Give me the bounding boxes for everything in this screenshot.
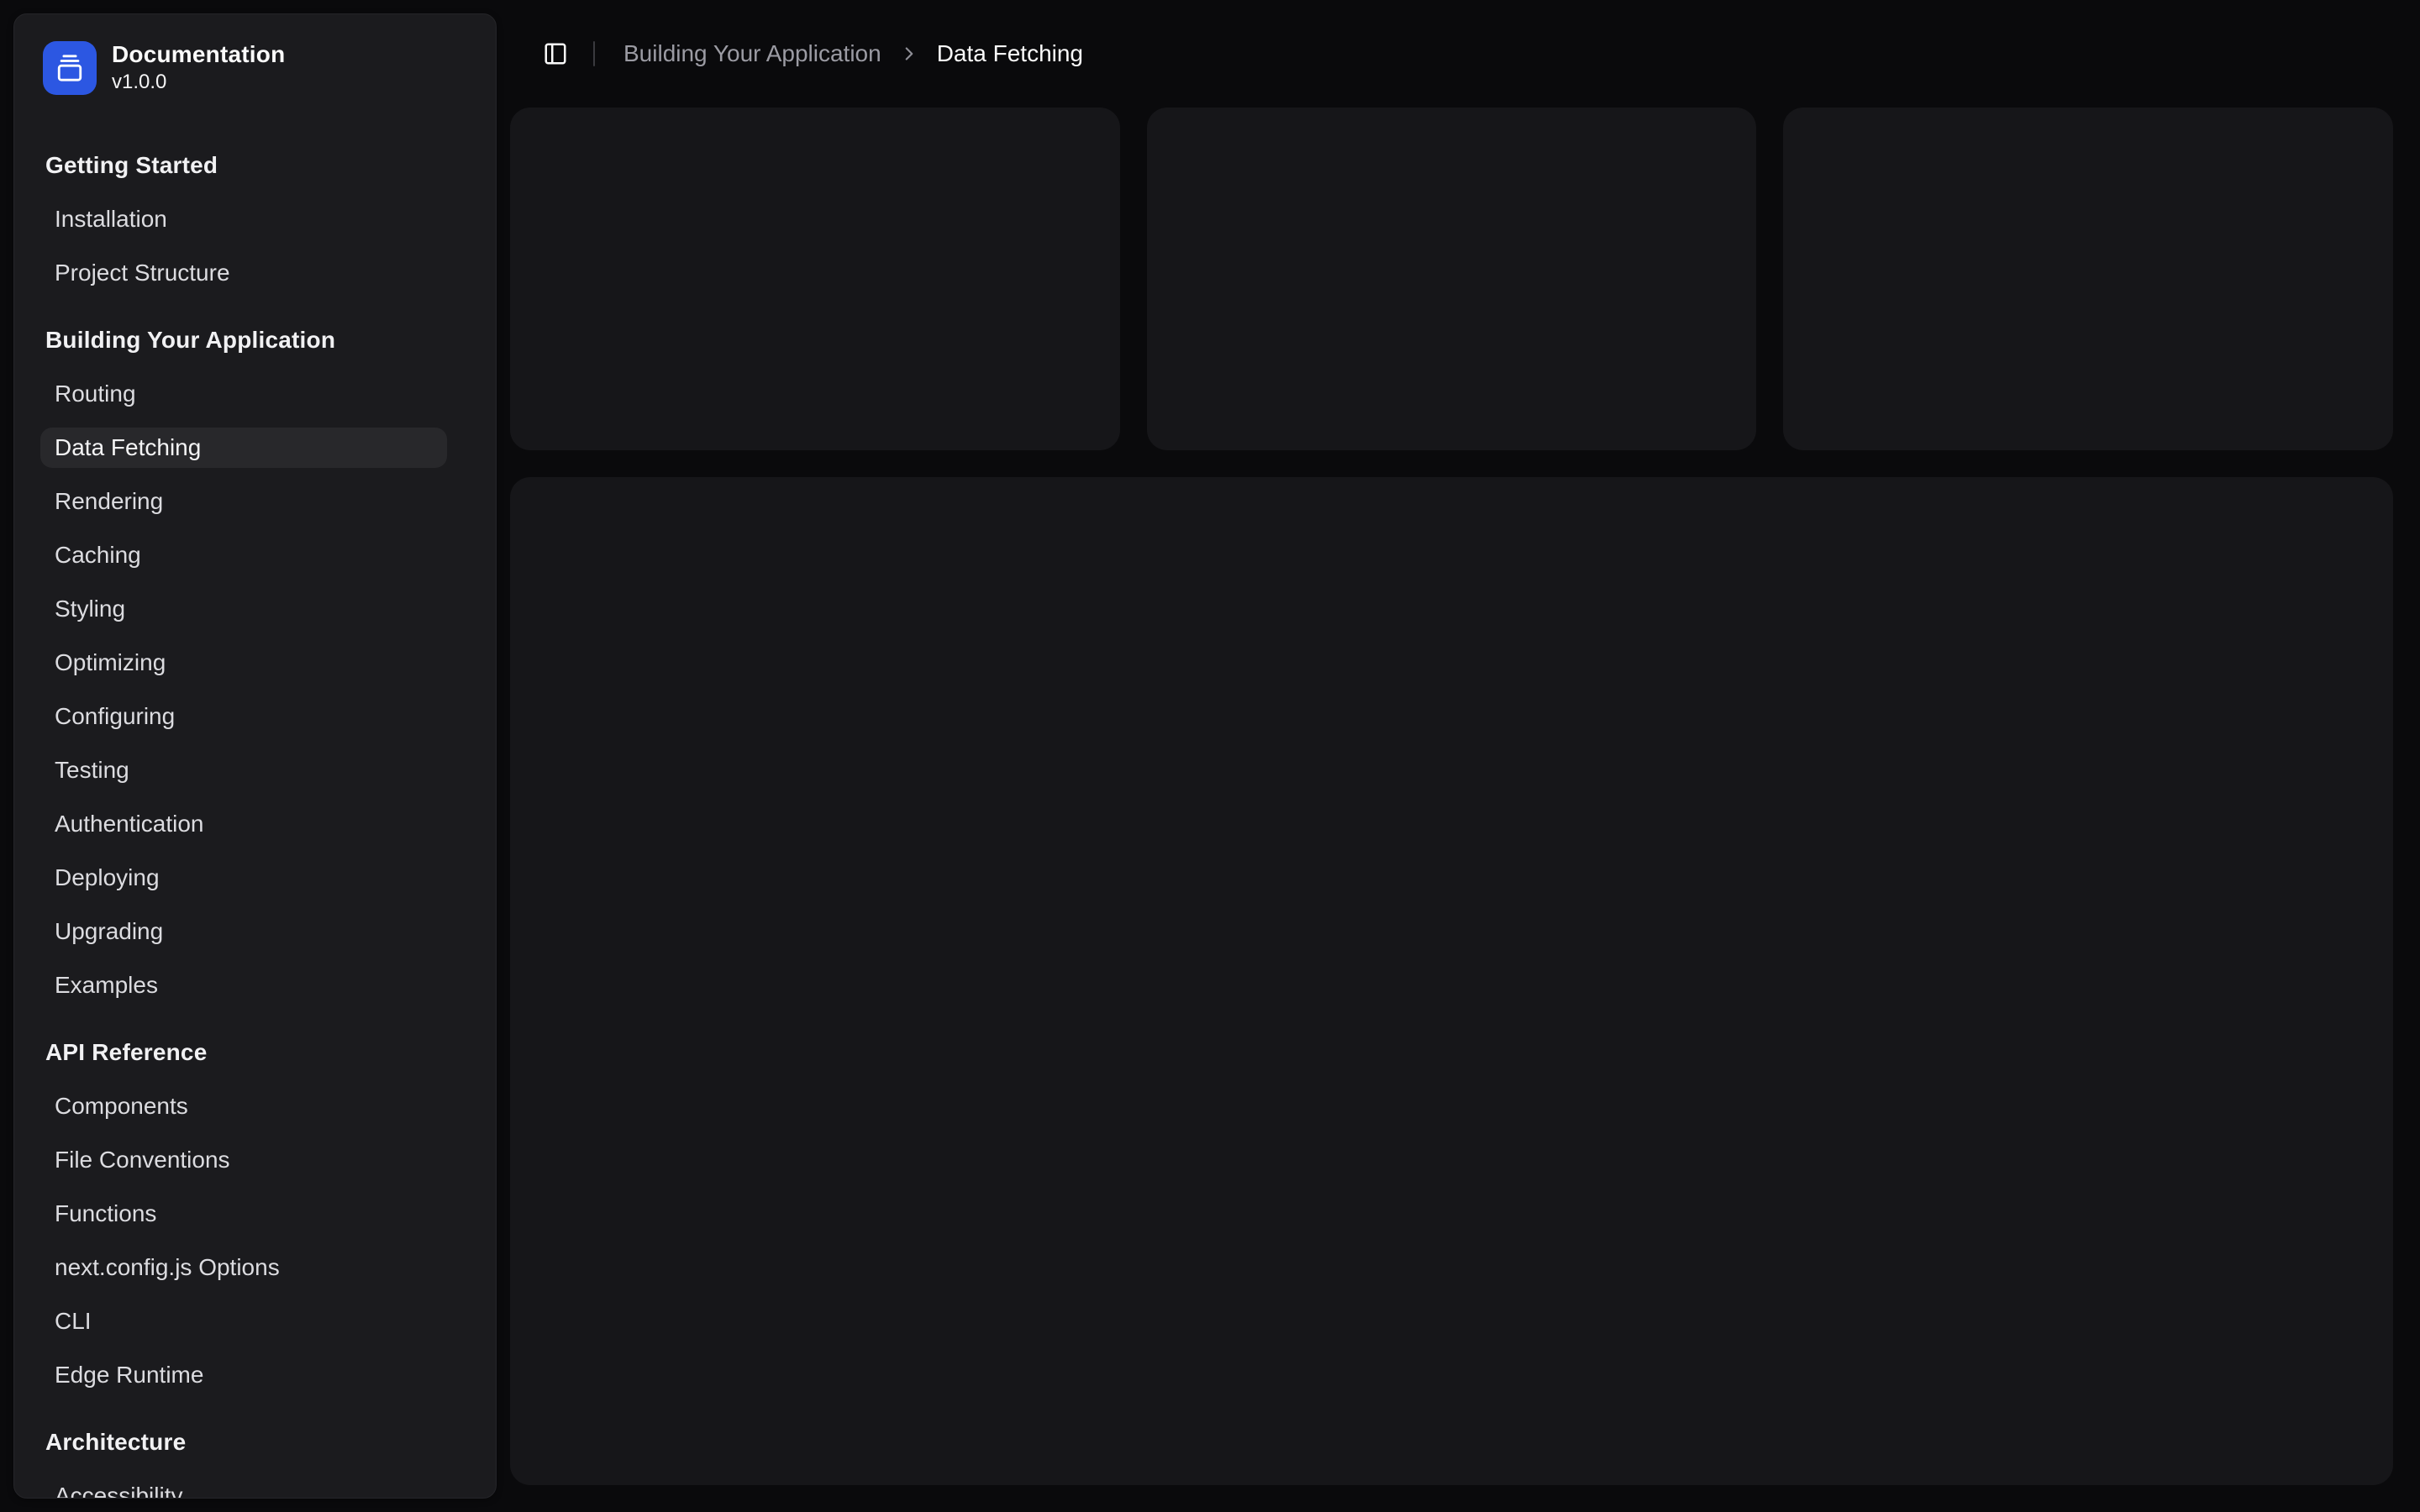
sidebar-item-installation[interactable]: Installation bbox=[40, 199, 447, 239]
sidebar-group-getting-started: Getting Started Installation Project Struc… bbox=[40, 139, 447, 300]
sidebar-menu-row: Deploying bbox=[40, 851, 447, 905]
sidebar-item-routing[interactable]: Routing bbox=[40, 374, 447, 414]
sidebar-item-edge-runtime[interactable]: Edge Runtime bbox=[40, 1355, 447, 1395]
sidebar-menu-row: next.config.js Options bbox=[40, 1241, 447, 1294]
sidebar-menu-row: Accessibility bbox=[40, 1469, 447, 1499]
sidebar-menu-row: Installation bbox=[40, 192, 447, 246]
sidebar-item-authentication[interactable]: Authentication bbox=[40, 804, 447, 844]
sidebar-item-functions[interactable]: Functions bbox=[40, 1194, 447, 1234]
content bbox=[510, 108, 2393, 1485]
sidebar-item-components[interactable]: Components bbox=[40, 1086, 447, 1126]
sidebar-group-building-your-application: Building Your Application Routing Data Fet… bbox=[40, 313, 447, 1012]
sidebar-menu-row: CLI bbox=[40, 1294, 447, 1348]
sidebar-menu-row: Testing bbox=[40, 743, 447, 797]
sidebar-item-upgrading[interactable]: Upgrading bbox=[40, 911, 447, 952]
sidebar-menu: Routing Data Fetching Rendering Caching Styl… bbox=[40, 367, 447, 1012]
breadcrumb-current: Data Fetching bbox=[937, 40, 1083, 67]
sidebar-menu-row: Functions bbox=[40, 1187, 447, 1241]
placeholder-card bbox=[510, 108, 1120, 450]
app-identity: Documentation v1.0.0 bbox=[112, 40, 285, 95]
sidebar-menu: Components File Conventions Functions next.… bbox=[40, 1079, 447, 1402]
breadcrumb: Building Your Application Data Fetching bbox=[623, 40, 1083, 67]
sidebar-group-label: Architecture bbox=[40, 1415, 447, 1469]
sidebar-menu-row: Project Structure bbox=[40, 246, 447, 300]
sidebar-item-deploying[interactable]: Deploying bbox=[40, 858, 447, 898]
sidebar-menu-row: Routing bbox=[40, 367, 447, 421]
sidebar-menu-row: Styling bbox=[40, 582, 447, 636]
sidebar-item-accessibility[interactable]: Accessibility bbox=[40, 1476, 447, 1499]
sidebar-item-cli[interactable]: CLI bbox=[40, 1301, 447, 1341]
sidebar-menu-row: Data Fetching bbox=[40, 421, 447, 475]
placeholder-card bbox=[1783, 108, 2393, 450]
app-logo bbox=[43, 41, 97, 95]
sidebar-nav: Getting Started Installation Project Struc… bbox=[14, 95, 496, 1499]
main-area: Building Your Application Data Fetching bbox=[510, 0, 2393, 1485]
sidebar-item-file-conventions[interactable]: File Conventions bbox=[40, 1140, 447, 1180]
app-title: Documentation bbox=[112, 40, 285, 69]
sidebar-item-data-fetching[interactable]: Data Fetching bbox=[40, 428, 447, 468]
sidebar-item-optimizing[interactable]: Optimizing bbox=[40, 643, 447, 683]
sidebar-menu-row: Upgrading bbox=[40, 905, 447, 958]
sidebar-toggle-button[interactable] bbox=[532, 30, 579, 77]
app-version: v1.0.0 bbox=[112, 69, 285, 95]
sidebar-item-project-structure[interactable]: Project Structure bbox=[40, 253, 447, 293]
sidebar-group-label: API Reference bbox=[40, 1026, 447, 1079]
placeholder-panel bbox=[510, 477, 2393, 1485]
sidebar-menu-row: Optimizing bbox=[40, 636, 447, 690]
sidebar-item-caching[interactable]: Caching bbox=[40, 535, 447, 575]
main-header: Building Your Application Data Fetching bbox=[510, 0, 2393, 108]
sidebar-group-architecture: Architecture Accessibility bbox=[40, 1415, 447, 1499]
sidebar-item-testing[interactable]: Testing bbox=[40, 750, 447, 790]
sidebar-menu-row: Rendering bbox=[40, 475, 447, 528]
sidebar-menu-row: File Conventions bbox=[40, 1133, 447, 1187]
sidebar-menu: Installation Project Structure bbox=[40, 192, 447, 300]
gallery-vertical-end-icon bbox=[55, 54, 84, 82]
chevron-right-icon bbox=[898, 43, 920, 65]
sidebar-menu: Accessibility bbox=[40, 1469, 447, 1499]
sidebar-menu-row: Edge Runtime bbox=[40, 1348, 447, 1402]
sidebar-item-configuring[interactable]: Configuring bbox=[40, 696, 447, 737]
placeholder-card bbox=[1147, 108, 1757, 450]
sidebar-menu-row: Components bbox=[40, 1079, 447, 1133]
breadcrumb-link-parent[interactable]: Building Your Application bbox=[623, 40, 881, 67]
sidebar-menu-row: Configuring bbox=[40, 690, 447, 743]
sidebar-menu-row: Caching bbox=[40, 528, 447, 582]
sidebar-item-rendering[interactable]: Rendering bbox=[40, 481, 447, 522]
sidebar-group-label: Building Your Application bbox=[40, 313, 447, 367]
header-separator bbox=[593, 41, 595, 66]
sidebar-item-next-config-js-options[interactable]: next.config.js Options bbox=[40, 1247, 447, 1288]
sidebar-menu-row: Examples bbox=[40, 958, 447, 1012]
sidebar-item-styling[interactable]: Styling bbox=[40, 589, 447, 629]
sidebar-menu-row: Authentication bbox=[40, 797, 447, 851]
cards-row bbox=[510, 108, 2393, 450]
sidebar-group-label: Getting Started bbox=[40, 139, 447, 192]
sidebar-group-api-reference: API Reference Components File Conventions F… bbox=[40, 1026, 447, 1402]
sidebar-item-examples[interactable]: Examples bbox=[40, 965, 447, 1005]
sidebar: Documentation v1.0.0 Getting StartedInst… bbox=[13, 13, 497, 1499]
sidebar-header[interactable]: Documentation v1.0.0 bbox=[14, 14, 496, 95]
panel-left-icon bbox=[543, 41, 568, 66]
